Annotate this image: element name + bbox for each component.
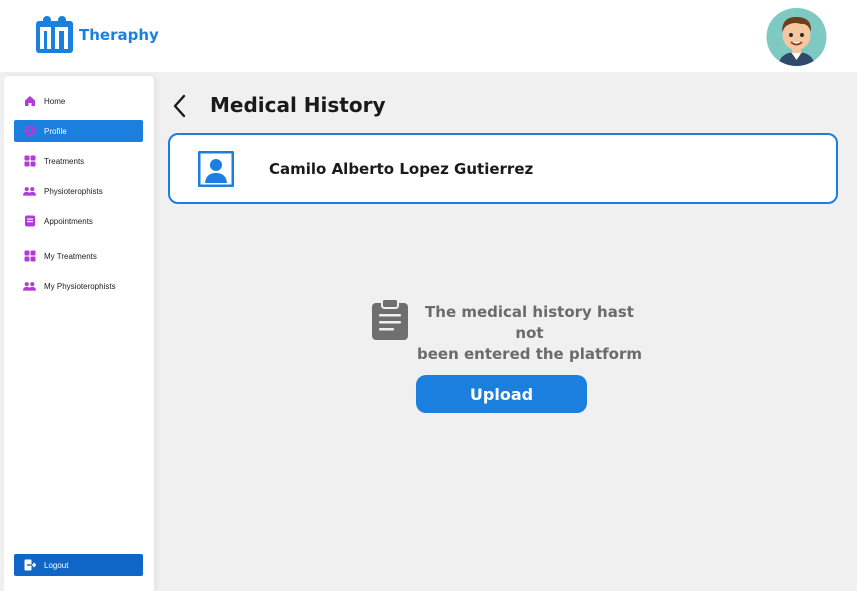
app-name: Theraphy: [79, 25, 159, 44]
avatar-icon: [766, 8, 827, 66]
sidebar-item-physioterophists[interactable]: Physioterophists: [14, 180, 143, 202]
empty-state-line-1: The medical history hast not: [425, 303, 634, 342]
grid-icon: [23, 250, 36, 263]
sidebar-item-label: Home: [44, 96, 66, 106]
empty-state-message: The medical history hast not been entere…: [417, 302, 642, 365]
logout-icon: [23, 559, 36, 572]
sidebar: Home Profile Treatments Physioterophists…: [4, 76, 154, 591]
empty-state-line-2: been entered the platform: [417, 345, 642, 363]
chevron-left-icon: [173, 94, 186, 118]
top-bar: Theraphy: [0, 0, 857, 72]
back-button[interactable]: [170, 93, 192, 119]
sidebar-item-my-treatments[interactable]: My Treatments: [14, 245, 143, 267]
group-icon: [23, 280, 36, 293]
patient-card[interactable]: Camilo Alberto Lopez Gutierrez: [168, 133, 838, 204]
group-icon: [23, 185, 36, 198]
patient-name: Camilo Alberto Lopez Gutierrez: [269, 160, 534, 178]
sidebar-item-treatments[interactable]: Treatments: [14, 150, 143, 172]
sidebar-item-my-physioterophists[interactable]: My Physioterophists: [14, 275, 143, 297]
upload-button[interactable]: Upload: [416, 375, 587, 413]
home-icon: [23, 95, 36, 108]
logout-label: Logout: [44, 560, 69, 570]
sidebar-item-home[interactable]: Home: [14, 90, 143, 112]
user-avatar[interactable]: [766, 8, 827, 66]
logout-button[interactable]: Logout: [14, 554, 143, 576]
app-logo[interactable]: Theraphy: [35, 15, 159, 54]
sidebar-item-label: Treatments: [44, 156, 85, 166]
sidebar-item-profile[interactable]: Profile: [14, 120, 143, 142]
user-circle-icon: [23, 125, 36, 138]
sidebar-item-label: My Treatments: [44, 251, 97, 261]
document-icon: [23, 215, 36, 228]
sidebar-item-appointments[interactable]: Appointments: [14, 210, 143, 232]
clipboard-icon: [372, 299, 408, 340]
sidebar-item-label: Appointments: [44, 216, 93, 226]
logo-icon: [36, 16, 73, 53]
user-portrait-icon: [198, 151, 234, 187]
page-title: Medical History: [210, 93, 386, 117]
sidebar-item-label: My Physioterophists: [44, 281, 116, 291]
sidebar-item-label: Physioterophists: [44, 186, 103, 196]
sidebar-item-label: Profile: [44, 126, 67, 136]
grid-icon: [23, 155, 36, 168]
